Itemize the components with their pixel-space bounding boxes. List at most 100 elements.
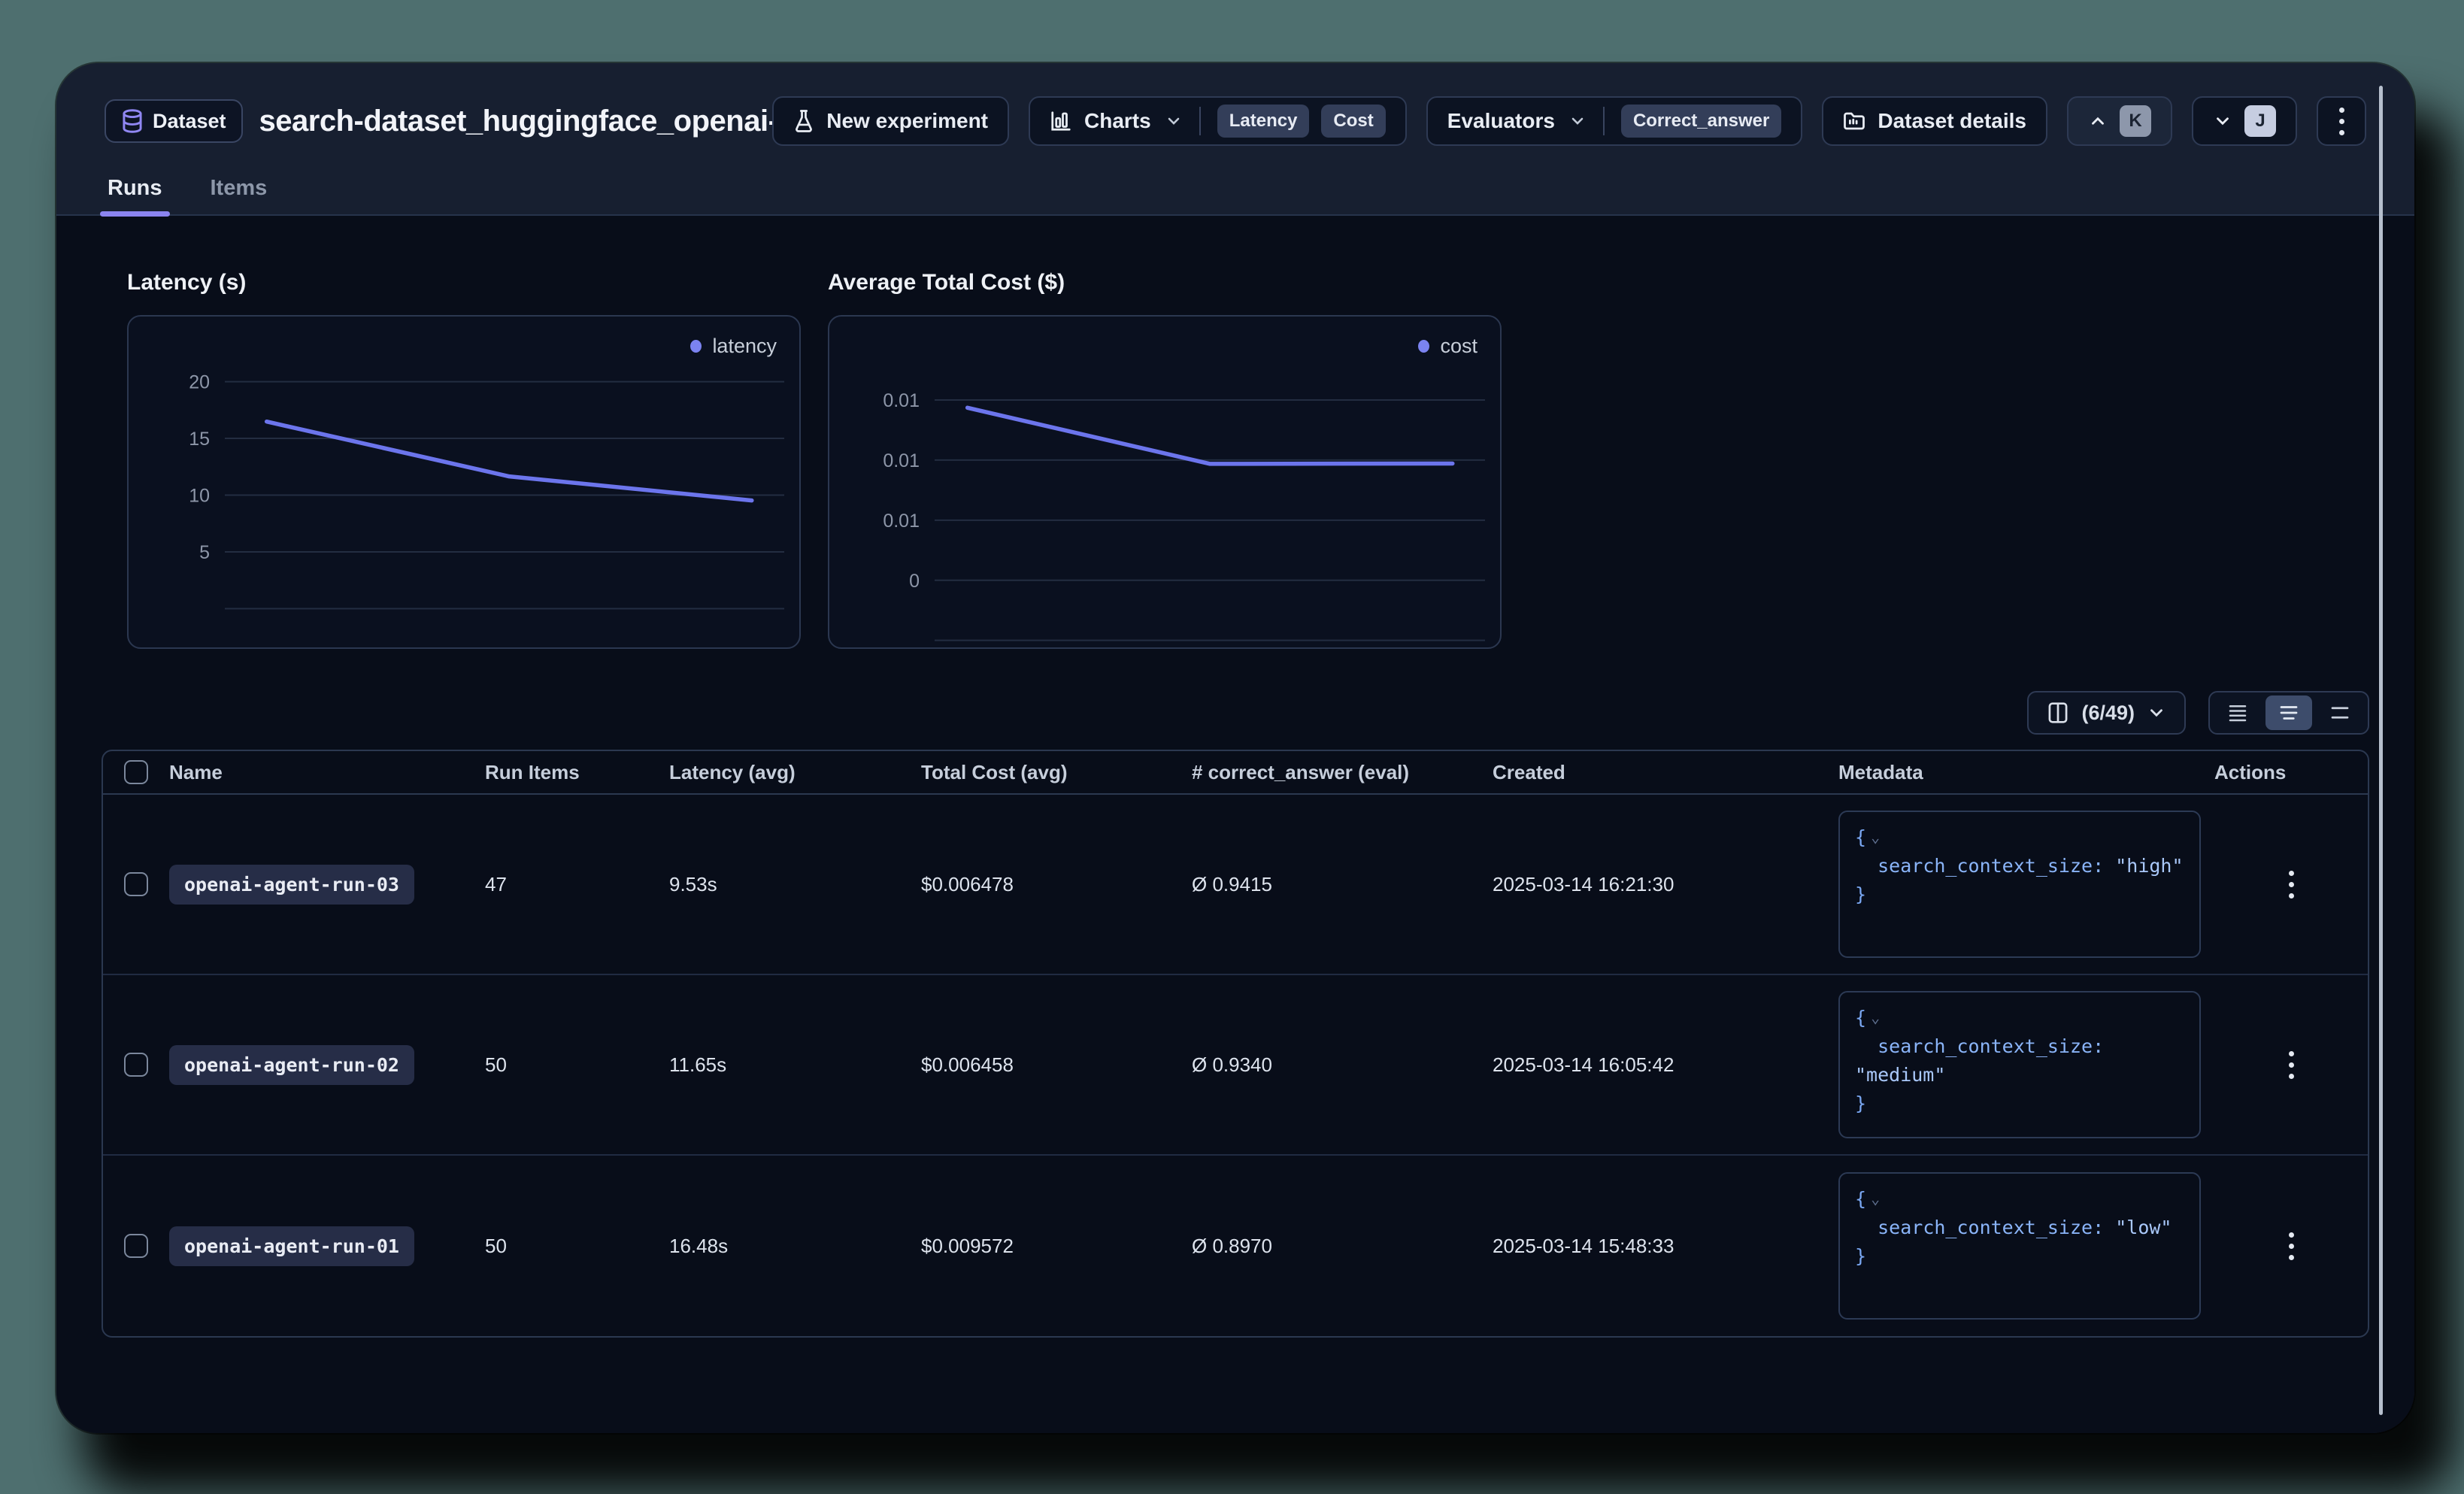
cost-legend: cost (1418, 335, 1477, 358)
dataset-details-label: Dataset details (1878, 109, 2026, 133)
chevron-down-icon (1165, 112, 1183, 130)
previous-shortcut-button[interactable]: K (2067, 96, 2172, 146)
new-experiment-label: New experiment (826, 109, 988, 133)
run-items-value: 47 (485, 873, 669, 896)
evaluators-button-group[interactable]: Evaluators Correct_answer (1426, 96, 1803, 146)
total-cost-value: $0.006478 (921, 873, 1192, 896)
legend-dot-icon (690, 340, 702, 353)
run-name-chip[interactable]: openai-agent-run-01 (169, 1226, 414, 1266)
chevron-down-icon (2147, 703, 2166, 723)
col-header-actions: Actions (2214, 761, 2368, 784)
svg-text:0: 0 (909, 571, 920, 592)
column-visibility-button[interactable]: (6/49) (2027, 691, 2186, 735)
chevron-up-icon (2088, 111, 2108, 131)
col-header-correct-answer[interactable]: # correct_answer (eval) (1192, 761, 1493, 784)
col-header-run-items[interactable]: Run Items (485, 761, 669, 784)
correct-answer-value: Ø 0.9340 (1192, 1053, 1493, 1077)
latency-legend: latency (690, 335, 777, 358)
legend-label: latency (712, 335, 777, 358)
run-name-chip[interactable]: openai-agent-run-03 (169, 865, 414, 905)
charts-label: Charts (1084, 109, 1151, 133)
latency-value: 16.48s (669, 1235, 921, 1258)
row-height-large-button[interactable] (2317, 695, 2363, 730)
charts-chip-latency[interactable]: Latency (1217, 105, 1310, 138)
tab-items[interactable]: Items (208, 168, 271, 214)
table-controls: (6/49) (102, 691, 2369, 735)
cost-chart: 0.010.010.010 cost (828, 315, 1502, 649)
divider (1199, 107, 1201, 135)
collapse-chevron-icon[interactable]: ⌄ (1871, 1008, 1880, 1026)
svg-text:0.01: 0.01 (883, 390, 920, 411)
chevron-down-icon (2213, 111, 2232, 131)
legend-label: cost (1440, 335, 1477, 358)
created-value: 2025-03-14 15:48:33 (1493, 1235, 1838, 1258)
tab-bar: Runs Items (56, 168, 2414, 216)
cost-chart-block: Average Total Cost ($) 0.010.010.010 cos… (828, 270, 1502, 649)
svg-text:15: 15 (189, 429, 210, 450)
dataset-badge: Dataset (105, 99, 243, 143)
page-title: search-dataset_huggingface_openai-agent (259, 105, 856, 138)
select-all-checkbox[interactable] (124, 760, 148, 784)
bar-chart-icon (1050, 110, 1072, 132)
col-header-name[interactable]: Name (169, 761, 485, 784)
collapse-chevron-icon[interactable]: ⌄ (1871, 1189, 1880, 1208)
svg-text:0.01: 0.01 (883, 450, 920, 471)
metadata-json-box[interactable]: {⌄ search_context_size: "high" } (1838, 811, 2201, 958)
latency-value: 9.53s (669, 873, 921, 896)
latency-chart-title: Latency (s) (127, 270, 801, 295)
metadata-json-box[interactable]: {⌄ search_context_size: "medium" } (1838, 991, 2201, 1138)
keyboard-key-j: J (2244, 105, 2276, 137)
table-header-row: Name Run Items Latency (avg) Total Cost … (103, 751, 2368, 795)
database-icon (121, 109, 144, 133)
correct-answer-value: Ø 0.8970 (1192, 1235, 1493, 1258)
evaluators-label: Evaluators (1447, 109, 1555, 133)
row-checkbox[interactable] (124, 872, 148, 896)
evaluators-chip-correct-answer[interactable]: Correct_answer (1621, 105, 1781, 138)
header-kebab-menu-button[interactable] (2317, 96, 2366, 146)
row-checkbox[interactable] (124, 1053, 148, 1077)
row-actions-menu-button[interactable] (2289, 871, 2294, 899)
metadata-json-box[interactable]: {⌄ search_context_size: "low" } (1838, 1172, 2201, 1320)
column-count-label: (6/49) (2081, 702, 2135, 725)
latency-chart-block: Latency (s) 2015105 latency (127, 270, 801, 649)
next-shortcut-button[interactable]: J (2192, 96, 2297, 146)
table-row: openai-agent-run-02 50 11.65s $0.006458 … (103, 975, 2368, 1156)
new-experiment-button[interactable]: New experiment (772, 96, 1009, 146)
runs-table: Name Run Items Latency (avg) Total Cost … (102, 750, 2369, 1338)
col-header-total-cost[interactable]: Total Cost (avg) (921, 761, 1192, 784)
col-header-created[interactable]: Created (1493, 761, 1838, 784)
col-header-latency[interactable]: Latency (avg) (669, 761, 921, 784)
run-items-value: 50 (485, 1053, 669, 1077)
columns-icon (2047, 701, 2069, 725)
created-value: 2025-03-14 16:05:42 (1493, 1053, 1838, 1077)
latency-value: 11.65s (669, 1053, 921, 1077)
correct-answer-value: Ø 0.9415 (1192, 873, 1493, 896)
row-actions-menu-button[interactable] (2289, 1051, 2294, 1079)
cost-chart-title: Average Total Cost ($) (828, 270, 1502, 295)
created-value: 2025-03-14 16:21:30 (1493, 873, 1838, 896)
collapse-chevron-icon[interactable]: ⌄ (1871, 828, 1880, 846)
legend-dot-icon (1418, 340, 1429, 353)
col-header-metadata[interactable]: Metadata (1838, 761, 2214, 784)
keyboard-key-k: K (2120, 105, 2151, 137)
svg-text:20: 20 (189, 372, 210, 393)
row-height-medium-button[interactable] (2265, 695, 2312, 730)
charts-chip-cost[interactable]: Cost (1321, 105, 1385, 138)
latency-chart: 2015105 latency (127, 315, 801, 649)
folder-icon (1843, 111, 1865, 132)
svg-text:10: 10 (189, 486, 210, 507)
row-height-segmented-control (2208, 691, 2369, 735)
row-height-small-button[interactable] (2214, 695, 2261, 730)
row-checkbox[interactable] (124, 1234, 148, 1258)
flask-icon (793, 109, 814, 133)
latency-line-chart-svg: 2015105 (129, 317, 802, 650)
table-row: openai-agent-run-01 50 16.48s $0.009572 … (103, 1156, 2368, 1336)
charts-button-group[interactable]: Charts Latency Cost (1029, 96, 1407, 146)
tab-runs[interactable]: Runs (105, 168, 165, 214)
vertical-scrollbar[interactable] (2379, 86, 2383, 1415)
total-cost-value: $0.009572 (921, 1235, 1192, 1258)
dataset-details-button[interactable]: Dataset details (1822, 96, 2047, 146)
run-name-chip[interactable]: openai-agent-run-02 (169, 1045, 414, 1085)
total-cost-value: $0.006458 (921, 1053, 1192, 1077)
row-actions-menu-button[interactable] (2289, 1232, 2294, 1260)
